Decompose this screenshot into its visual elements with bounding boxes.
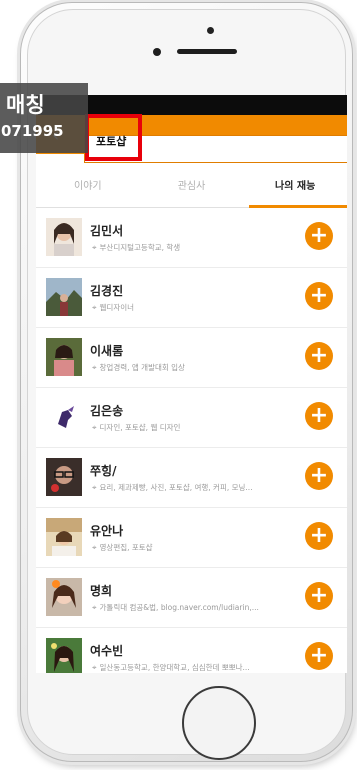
user-name: 김민서 (90, 224, 124, 238)
avatar (46, 398, 82, 436)
add-button[interactable]: + (305, 342, 333, 370)
tab-my-talent[interactable]: 나의 재능 (243, 169, 347, 208)
tag-icon: ⌖ (92, 363, 97, 372)
user-tags: ⌖ 창업경력, 앱 개발대회 입상 (92, 363, 185, 372)
list-item[interactable]: 유안나 ⌖ 영상편집, 포토샵 + (36, 508, 347, 568)
tag-icon: ⌖ (92, 243, 97, 252)
tag-icon: ⌖ (92, 603, 97, 612)
match-overlay: 매칭 071995 (0, 83, 88, 153)
list-item[interactable]: 김은송 ⌖ 디자인, 포토샵, 웹 디자인 + (36, 388, 347, 448)
user-name: 김경진 (90, 284, 124, 298)
add-button[interactable]: + (305, 642, 333, 670)
home-button[interactable] (182, 686, 256, 760)
add-button[interactable]: + (305, 222, 333, 250)
tab-interests[interactable]: 관심사 (140, 169, 244, 207)
plus-icon: + (309, 343, 329, 368)
list-item[interactable]: 김경진 ⌖ 웹디자이너 + (36, 268, 347, 328)
tab-story[interactable]: 이야기 (36, 169, 140, 207)
tag-icon: ⌖ (92, 483, 97, 492)
plus-icon: + (309, 403, 329, 428)
tab-bar: 이야기 관심사 나의 재능 (36, 169, 347, 208)
user-name: 명희 (90, 584, 113, 598)
search-value: 포토샵 (96, 135, 127, 148)
tag-icon: ⌖ (92, 423, 97, 432)
earpiece-speaker (177, 49, 237, 54)
add-button[interactable]: + (305, 462, 333, 490)
user-list: 김민서 ⌖ 부산디지털고등학교, 학생 + 김경진 ⌖ 웹디자이너 + 이새롬 ⌖ 창… (36, 208, 347, 673)
tag-icon: ⌖ (92, 303, 97, 312)
user-name: 이새롬 (90, 344, 124, 358)
front-camera (153, 48, 161, 56)
plus-icon: + (309, 223, 329, 248)
plus-icon: + (309, 523, 329, 548)
user-tags: ⌖ 디자인, 포토샵, 웹 디자인 (92, 423, 181, 432)
tag-icon: ⌖ (92, 663, 97, 672)
user-tags: ⌖ 웹디자이너 (92, 303, 135, 312)
camera-dot (207, 27, 214, 34)
add-button[interactable]: + (305, 522, 333, 550)
plus-icon: + (309, 283, 329, 308)
user-tags: ⌖ 영상편집, 포토샵 (92, 543, 153, 552)
list-item[interactable]: 이새롬 ⌖ 창업경력, 앱 개발대회 입상 + (36, 328, 347, 388)
add-button[interactable]: + (305, 282, 333, 310)
user-name: 김은송 (90, 404, 124, 418)
add-button[interactable]: + (305, 402, 333, 430)
user-name: 쭈힝/ (90, 464, 117, 478)
avatar (46, 578, 82, 616)
overlay-title: 매칭 (6, 93, 45, 117)
tag-icon: ⌖ (92, 543, 97, 552)
list-item[interactable]: 명희 ⌖ 가톨릭대 컴공&법, blog.naver.com/ludiarin,.… (36, 568, 347, 628)
avatar (46, 338, 82, 376)
avatar (46, 518, 82, 556)
avatar (46, 278, 82, 316)
avatar (46, 458, 82, 496)
plus-icon: + (309, 643, 329, 668)
overlay-subtitle: 071995 (1, 122, 64, 140)
list-item[interactable]: 김민서 ⌖ 부산디지털고등학교, 학생 + (36, 208, 347, 268)
user-tags: ⌖ 부산디지털고등학교, 학생 (92, 243, 181, 252)
user-name: 유안나 (90, 524, 124, 538)
list-item[interactable]: 여수빈 ⌖ 일산동고등학교, 한양대학교, 심심한데 뽀뽀나... + (36, 628, 347, 673)
user-tags: ⌖ 요리, 제과제빵, 사진, 포토샵, 여행, 커피, 모닝... (92, 483, 253, 492)
user-name: 여수빈 (90, 644, 124, 658)
list-item[interactable]: 쭈힝/ ⌖ 요리, 제과제빵, 사진, 포토샵, 여행, 커피, 모닝... + (36, 448, 347, 508)
plus-icon: + (309, 583, 329, 608)
user-tags: ⌖ 가톨릭대 컴공&법, blog.naver.com/ludiarin,... (92, 603, 259, 612)
app-screen: ‹ 이야기 관심사 나의 재능 김민서 ⌖부산디지털고등학교, 학생 + 김경진… (36, 95, 347, 673)
avatar (46, 638, 82, 673)
user-tags: ⌖ 일산동고등학교, 한양대학교, 심심한데 뽀뽀나... (92, 663, 250, 672)
plus-icon: + (309, 463, 329, 488)
avatar (46, 218, 82, 256)
add-button[interactable]: + (305, 582, 333, 610)
